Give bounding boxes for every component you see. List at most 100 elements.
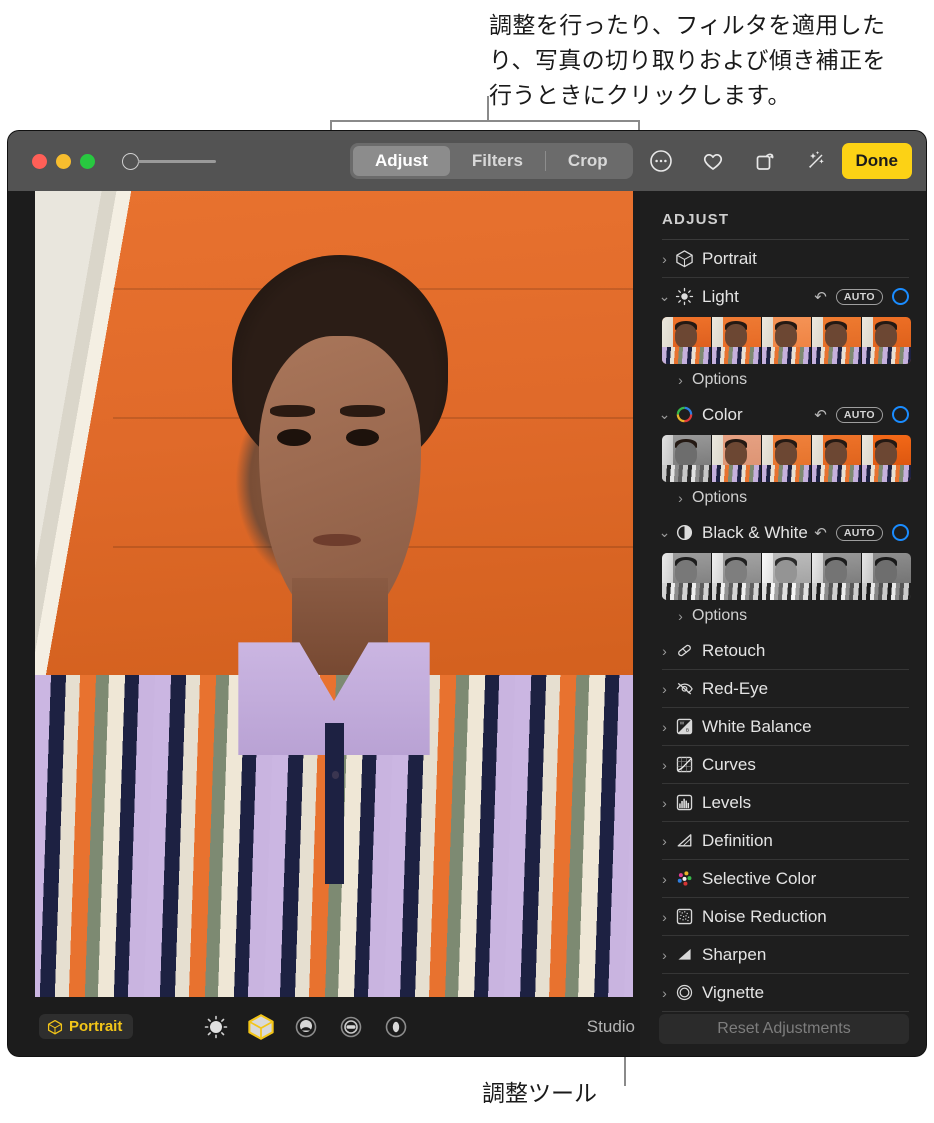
sidebar-item-label: Red-Eye	[702, 679, 909, 699]
enable-toggle[interactable]	[892, 524, 909, 541]
light-options-row[interactable]: › Options	[673, 364, 909, 396]
list-item[interactable]	[862, 435, 911, 482]
auto-button[interactable]: AUTO	[836, 407, 883, 423]
list-item[interactable]	[712, 553, 762, 600]
list-item[interactable]	[862, 317, 911, 364]
sidebar-item-vignette[interactable]: › Vignette	[657, 974, 909, 1011]
list-item[interactable]	[712, 317, 762, 364]
bottom-callout-text: 調整ツール	[482, 1077, 742, 1109]
chevron-right-icon[interactable]: ›	[657, 947, 672, 963]
bw-thumbnail-strip[interactable]	[662, 553, 911, 600]
zoom-slider-track[interactable]	[138, 160, 216, 163]
list-item[interactable]	[662, 553, 712, 600]
list-item[interactable]	[762, 435, 812, 482]
color-options-row[interactable]: › Options	[673, 482, 909, 514]
photo-pane: Portrait	[8, 191, 640, 1056]
chevron-down-icon[interactable]: ⌄	[657, 406, 672, 423]
list-item[interactable]	[762, 317, 812, 364]
chevron-down-icon[interactable]: ⌄	[657, 524, 672, 541]
sidebar-item-label: Retouch	[702, 641, 909, 661]
reset-adjustments-button[interactable]: Reset Adjustments	[659, 1014, 909, 1044]
list-item[interactable]	[812, 553, 862, 600]
list-item[interactable]	[762, 553, 812, 600]
minimize-button[interactable]	[56, 154, 71, 169]
editor-mode-segmented-control[interactable]: Adjust Filters Crop	[350, 143, 633, 179]
chevron-right-icon[interactable]: ›	[657, 985, 672, 1001]
enable-toggle[interactable]	[892, 288, 909, 305]
auto-button[interactable]: AUTO	[836, 525, 883, 541]
chevron-right-icon[interactable]: ›	[657, 251, 672, 267]
list-item[interactable]	[812, 435, 862, 482]
sidebar-item-definition[interactable]: › Definition	[657, 822, 909, 859]
close-button[interactable]	[32, 154, 47, 169]
list-item[interactable]	[862, 553, 911, 600]
tab-crop[interactable]: Crop	[546, 146, 630, 176]
zoom-button[interactable]	[80, 154, 95, 169]
sidebar-item-light[interactable]: ⌄ Light ↶ AUTO	[657, 278, 909, 315]
portrait-lighting-selector[interactable]	[202, 1013, 410, 1041]
chevron-right-icon[interactable]: ›	[673, 372, 688, 388]
reset-icon[interactable]: ↶	[814, 524, 827, 542]
auto-enhance-icon[interactable]	[804, 148, 830, 174]
sidebar-item-white-balance[interactable]: › WB White Balance	[657, 708, 909, 745]
photo-canvas[interactable]	[35, 191, 633, 997]
chevron-right-icon[interactable]: ›	[657, 795, 672, 811]
sidebar-item-levels[interactable]: › Levels	[657, 784, 909, 821]
chevron-right-icon[interactable]: ›	[657, 909, 672, 925]
sidebar-item-retouch[interactable]: › Retouch	[657, 632, 909, 669]
adjust-sidebar: ADJUST › Portrait ⌄ Light	[640, 191, 926, 1056]
sidebar-item-noise-reduction[interactable]: › Noise Reduction	[657, 898, 909, 935]
tab-filters[interactable]: Filters	[450, 146, 545, 176]
chevron-right-icon[interactable]: ›	[657, 757, 672, 773]
list-item[interactable]	[662, 435, 712, 482]
portrait-mode-chip[interactable]: Portrait	[39, 1014, 133, 1039]
chevron-right-icon[interactable]: ›	[657, 833, 672, 849]
rotate-icon[interactable]	[752, 148, 778, 174]
list-item[interactable]	[662, 317, 712, 364]
brightness-icon	[672, 287, 696, 307]
zoom-slider[interactable]	[122, 153, 216, 170]
light-thumbnail-strip[interactable]	[662, 317, 911, 364]
zoom-slider-knob[interactable]	[122, 153, 139, 170]
bw-options-row[interactable]: › Options	[673, 600, 909, 632]
chevron-right-icon[interactable]: ›	[657, 643, 672, 659]
row-controls: ↶ AUTO	[814, 524, 909, 542]
tab-adjust[interactable]: Adjust	[353, 146, 450, 176]
list-item[interactable]	[812, 317, 862, 364]
chevron-right-icon[interactable]: ›	[657, 871, 672, 887]
chevron-right-icon[interactable]: ›	[657, 681, 672, 697]
stage-light-icon[interactable]	[337, 1013, 365, 1041]
eye-slash-icon	[672, 679, 696, 699]
chevron-right-icon[interactable]: ›	[673, 490, 688, 506]
done-button[interactable]: Done	[842, 143, 913, 179]
enable-toggle[interactable]	[892, 406, 909, 423]
reset-icon[interactable]: ↶	[814, 288, 827, 306]
sidebar-item-black-and-white[interactable]: ⌄ Black & White ↶ AUTO	[657, 514, 909, 551]
reset-icon[interactable]: ↶	[814, 406, 827, 424]
sidebar-item-sharpen[interactable]: › Sharpen	[657, 936, 909, 973]
vignette-icon	[672, 983, 696, 1003]
svg-text:B: B	[685, 728, 688, 734]
sidebar-item-label: Sharpen	[702, 945, 909, 965]
sidebar-item-red-eye[interactable]: › Red-Eye	[657, 670, 909, 707]
color-thumbnail-strip[interactable]	[662, 435, 911, 482]
chevron-down-icon[interactable]: ⌄	[657, 288, 672, 305]
sidebar-item-color[interactable]: ⌄ Color ↶ AUTO	[657, 396, 909, 433]
list-item[interactable]	[712, 435, 762, 482]
sidebar-item-curves[interactable]: › Curves	[657, 746, 909, 783]
cube-icon	[47, 1019, 63, 1035]
sidebar-item-portrait[interactable]: › Portrait	[657, 240, 909, 277]
natural-light-icon[interactable]	[202, 1013, 230, 1041]
contour-light-icon[interactable]	[292, 1013, 320, 1041]
chevron-right-icon[interactable]: ›	[673, 608, 688, 624]
auto-button[interactable]: AUTO	[836, 289, 883, 305]
more-options-icon[interactable]	[648, 148, 674, 174]
sidebar-item-selective-color[interactable]: › Selective Color	[657, 860, 909, 897]
toolbar-icon-group	[648, 143, 830, 179]
favorite-heart-icon[interactable]	[700, 148, 726, 174]
studio-light-icon[interactable]	[247, 1013, 275, 1041]
contrast-icon	[672, 523, 696, 543]
window-traffic-lights[interactable]	[32, 154, 95, 169]
stage-light-mono-icon[interactable]	[382, 1013, 410, 1041]
chevron-right-icon[interactable]: ›	[657, 719, 672, 735]
